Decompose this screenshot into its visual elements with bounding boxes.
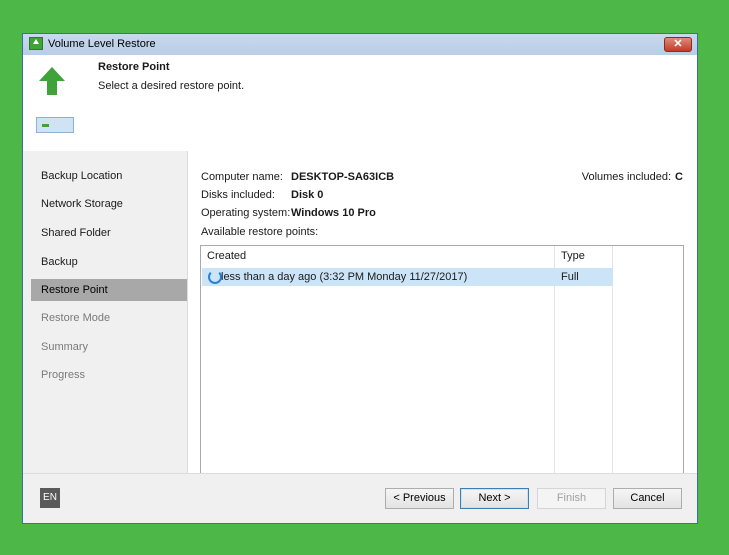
page-subtitle: Select a desired restore point. [98, 80, 245, 92]
step-backup-location[interactable]: Backup Location [31, 165, 187, 187]
step-backup[interactable]: Backup [31, 251, 187, 273]
wizard-footer: EN < Previous Next > Finish Cancel [23, 473, 697, 523]
step-progress: Progress [41, 369, 86, 381]
next-button[interactable]: Next > [460, 488, 529, 509]
column-header-created[interactable]: Created [207, 250, 246, 262]
upload-arrow-icon [39, 67, 65, 95]
finish-button: Finish [537, 488, 606, 509]
step-network-storage[interactable]: Network Storage [31, 193, 187, 215]
language-indicator[interactable]: EN [40, 488, 60, 508]
step-restore-mode: Restore Mode [41, 312, 111, 324]
app-icon [29, 37, 43, 50]
window-title: Volume Level Restore [48, 38, 156, 50]
disks-included-value: Disk 0 [291, 189, 324, 201]
cancel-button[interactable]: Cancel [613, 488, 682, 509]
disks-included-label: Disks included: [201, 189, 275, 201]
volumes-included-value: C [675, 171, 683, 183]
step-restore-point[interactable]: Restore Point [31, 279, 187, 301]
column-header-type[interactable]: Type [561, 250, 585, 262]
restore-points-table[interactable]: Created Type less than a day ago (3:32 P… [200, 245, 684, 497]
restore-point-panel: Computer name: DESKTOP-SA63ICB Disks inc… [187, 151, 697, 497]
drive-icon [36, 117, 74, 133]
restore-point-icon [208, 270, 222, 284]
close-button[interactable]: ✕ [664, 37, 692, 52]
volumes-included-label: Volumes included: [581, 171, 671, 183]
table-row[interactable]: less than a day ago (3:32 PM Monday 11/2… [202, 268, 613, 286]
os-value: Windows 10 Pro [291, 207, 376, 219]
page-title: Restore Point [98, 61, 170, 73]
step-shared-folder[interactable]: Shared Folder [31, 222, 187, 244]
step-summary: Summary [41, 341, 89, 353]
restore-point-created: less than a day ago (3:32 PM Monday 11/2… [221, 271, 468, 283]
computer-name-label: Computer name: [201, 171, 283, 183]
available-restore-points-label: Available restore points: [201, 226, 319, 238]
restore-point-type: Full [561, 271, 579, 283]
os-label: Operating system: [201, 207, 291, 219]
title-bar: Volume Level Restore ✕ [23, 34, 697, 56]
previous-button[interactable]: < Previous [385, 488, 454, 509]
wizard-header: Restore Point Select a desired restore p… [23, 55, 697, 152]
wizard-steps-sidebar: Backup Location Network Storage Shared F… [23, 151, 187, 473]
computer-name-value: DESKTOP-SA63ICB [291, 171, 395, 183]
volume-restore-window: Volume Level Restore ✕ Restore Point Sel… [22, 33, 698, 524]
